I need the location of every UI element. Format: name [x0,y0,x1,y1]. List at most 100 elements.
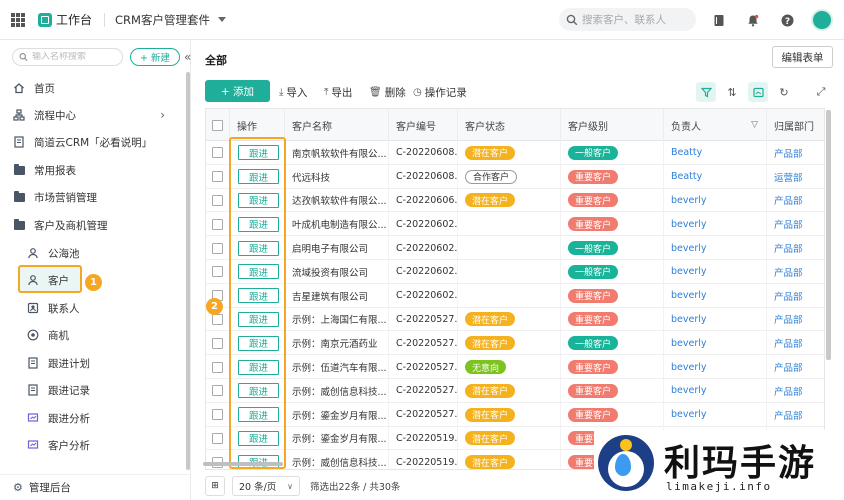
follow-button[interactable]: 跟进 [238,240,279,256]
owner-cell[interactable]: beverly [664,379,767,403]
owner-cell[interactable]: beverly [664,212,767,237]
follow-button[interactable]: 跟进 [238,430,279,446]
customer-name-cell[interactable]: 启明电子有限公司 [285,236,389,260]
table-row[interactable]: 跟进 示例：伍道汽车有限... C-20220527... 无意向 重要客户 beverl… [206,355,824,379]
customer-name-cell[interactable]: 南京帆软软件有限公... [285,141,389,165]
page-size-icon[interactable]: ⊞ [205,476,225,496]
avatar[interactable] [811,9,833,31]
notebook-icon[interactable] [711,12,727,28]
owner-link[interactable]: beverly [671,243,707,254]
table-row[interactable]: 跟进 示例：威创信息科技... C-20220527... 潜在客户 重要客户 bever… [206,379,824,403]
owner-cell[interactable]: beverly [664,402,767,427]
follow-button[interactable]: 跟进 [238,335,279,351]
table-row[interactable]: 跟进 启明电子有限公司 C-20220602... 一般客户 beverly 产品部 [206,236,824,260]
sidebar-item-follow-plan[interactable]: 跟进计划 [0,350,185,376]
add-button[interactable]: + 添加 [205,80,270,102]
owner-link[interactable]: beverly [671,314,707,325]
sort-icon[interactable]: ⇅ [722,82,742,102]
department-cell[interactable]: 运营部 [767,165,824,189]
column-header[interactable]: 客户编号 [389,109,458,141]
row-checkbox[interactable] [212,409,223,421]
sidebar-item-crm-guide[interactable]: 简道云CRM「必看说明」 [0,129,185,155]
sidebar-item-follow-analysis[interactable]: 跟进分析 [0,405,185,431]
table-row[interactable]: 跟进 叶成机电制造有限公... C-20220602... 重要客户 beverly 产品… [206,212,824,237]
table-row[interactable]: 跟进 流域投资有限公司 C-20220602... 一般客户 beverly 产品部 [206,260,824,284]
follow-button[interactable]: 跟进 [238,192,279,208]
sidebar-item-customer-opportunity[interactable]: 客户及商机管理 [0,212,185,238]
select-all-checkbox[interactable] [212,119,223,131]
table-row[interactable]: 跟进 达孜帆软软件有限公... C-20220606... 潜在客户 重要客户 bever… [206,188,824,213]
follow-button[interactable]: 跟进 [238,359,279,375]
global-search[interactable] [559,8,696,31]
owner-link[interactable]: beverly [671,266,707,277]
column-header-owner[interactable]: 负责人 ▽ [664,109,767,141]
view-toggle-icon[interactable] [748,82,768,102]
sidebar-item-home[interactable]: 首页 [0,75,185,101]
filter-icon[interactable] [696,82,716,102]
row-checkbox[interactable] [212,361,223,373]
department-cell[interactable]: 产品部 [767,403,824,427]
refresh-icon[interactable]: ↻ [774,82,794,102]
vertical-scrollbar[interactable] [826,110,831,360]
department-cell[interactable]: 产品部 [767,141,824,165]
row-checkbox[interactable] [212,385,223,397]
sidebar-item-follow-record[interactable]: 跟进记录 [0,377,185,403]
department-link[interactable]: 产品部 [774,384,803,398]
owner-link[interactable]: beverly [671,219,707,230]
owner-link[interactable]: Beatty [671,171,702,182]
row-checkbox[interactable] [212,242,223,254]
row-checkbox[interactable] [212,218,223,230]
owner-cell[interactable]: beverly [664,188,767,213]
follow-button[interactable]: 跟进 [238,264,279,280]
follow-button[interactable]: 跟进 [238,169,279,185]
sidebar-item-customer-analysis[interactable]: 客户分析 [0,432,185,458]
department-cell[interactable]: 产品部 [767,260,824,284]
row-checkbox[interactable] [212,432,223,444]
department-cell[interactable]: 产品部 [767,308,824,332]
department-cell[interactable]: 产品部 [767,379,824,403]
customer-name-cell[interactable]: 叶成机电制造有限公... [285,212,389,237]
department-link[interactable]: 产品部 [774,289,803,303]
app-title[interactable]: CRM客户管理套件 [115,12,210,28]
department-link[interactable]: 产品部 [774,217,803,231]
department-link[interactable]: 产品部 [774,265,803,279]
column-header[interactable]: 客户级别 [561,109,664,141]
customer-name-cell[interactable]: 代远科技 [285,164,389,189]
department-link[interactable]: 产品部 [774,360,803,374]
horizontal-scrollbar[interactable] [203,462,283,466]
customer-name-cell[interactable]: 示例：威创信息科技... [285,379,389,403]
workspace-link[interactable]: 工作台 [38,11,92,28]
customer-name-cell[interactable]: 示例：伍道汽车有限... [285,355,389,379]
chevron-down-icon[interactable] [217,17,226,22]
customer-name-cell[interactable]: 示例：鎏金岁月有限... [285,426,389,451]
department-link[interactable]: 运营部 [774,170,803,184]
operation-log-button[interactable]: ◷ 操作记录 [413,85,467,100]
owner-cell[interactable]: beverly [664,355,767,379]
search-input[interactable] [582,13,682,26]
follow-button[interactable]: 跟进 [238,216,279,232]
owner-cell[interactable]: Beatty [664,141,767,165]
page-size-select[interactable]: 20 条/页 ∨ [232,476,300,496]
row-checkbox[interactable] [212,147,223,159]
follow-button[interactable]: 跟进 [238,383,279,399]
follow-button[interactable]: 跟进 [238,288,279,304]
new-button[interactable]: + 新建 [130,48,180,66]
row-checkbox[interactable] [212,337,223,349]
help-icon[interactable]: ? [779,12,795,28]
apps-grid-icon[interactable] [11,12,25,27]
sidebar-item-opportunity[interactable]: 商机 [0,322,185,348]
owner-link[interactable]: beverly [671,409,707,420]
owner-link[interactable]: beverly [671,362,707,373]
owner-link[interactable]: Beatty [671,147,702,158]
owner-cell[interactable]: beverly [664,283,767,308]
table-row[interactable]: 跟进 示例：南京元酒药业 C-20220527... 潜在客户 一般客户 beverly 产… [206,331,824,356]
table-row[interactable]: 跟进 南京帆软软件有限公... C-20220608... 潜在客户 一般客户 Beatt… [206,141,824,165]
department-link[interactable]: 产品部 [774,146,803,160]
owner-link[interactable]: beverly [671,195,707,206]
owner-cell[interactable]: Beatty [664,164,767,189]
table-row[interactable]: 跟进 吉星建筑有限公司 C-20220602... 重要客户 beverly 产品部 [206,283,824,308]
owner-link[interactable]: beverly [671,385,707,396]
department-cell[interactable]: 产品部 [767,189,824,213]
filter-icon[interactable]: ▽ [751,120,758,130]
department-cell[interactable]: 产品部 [767,212,824,236]
